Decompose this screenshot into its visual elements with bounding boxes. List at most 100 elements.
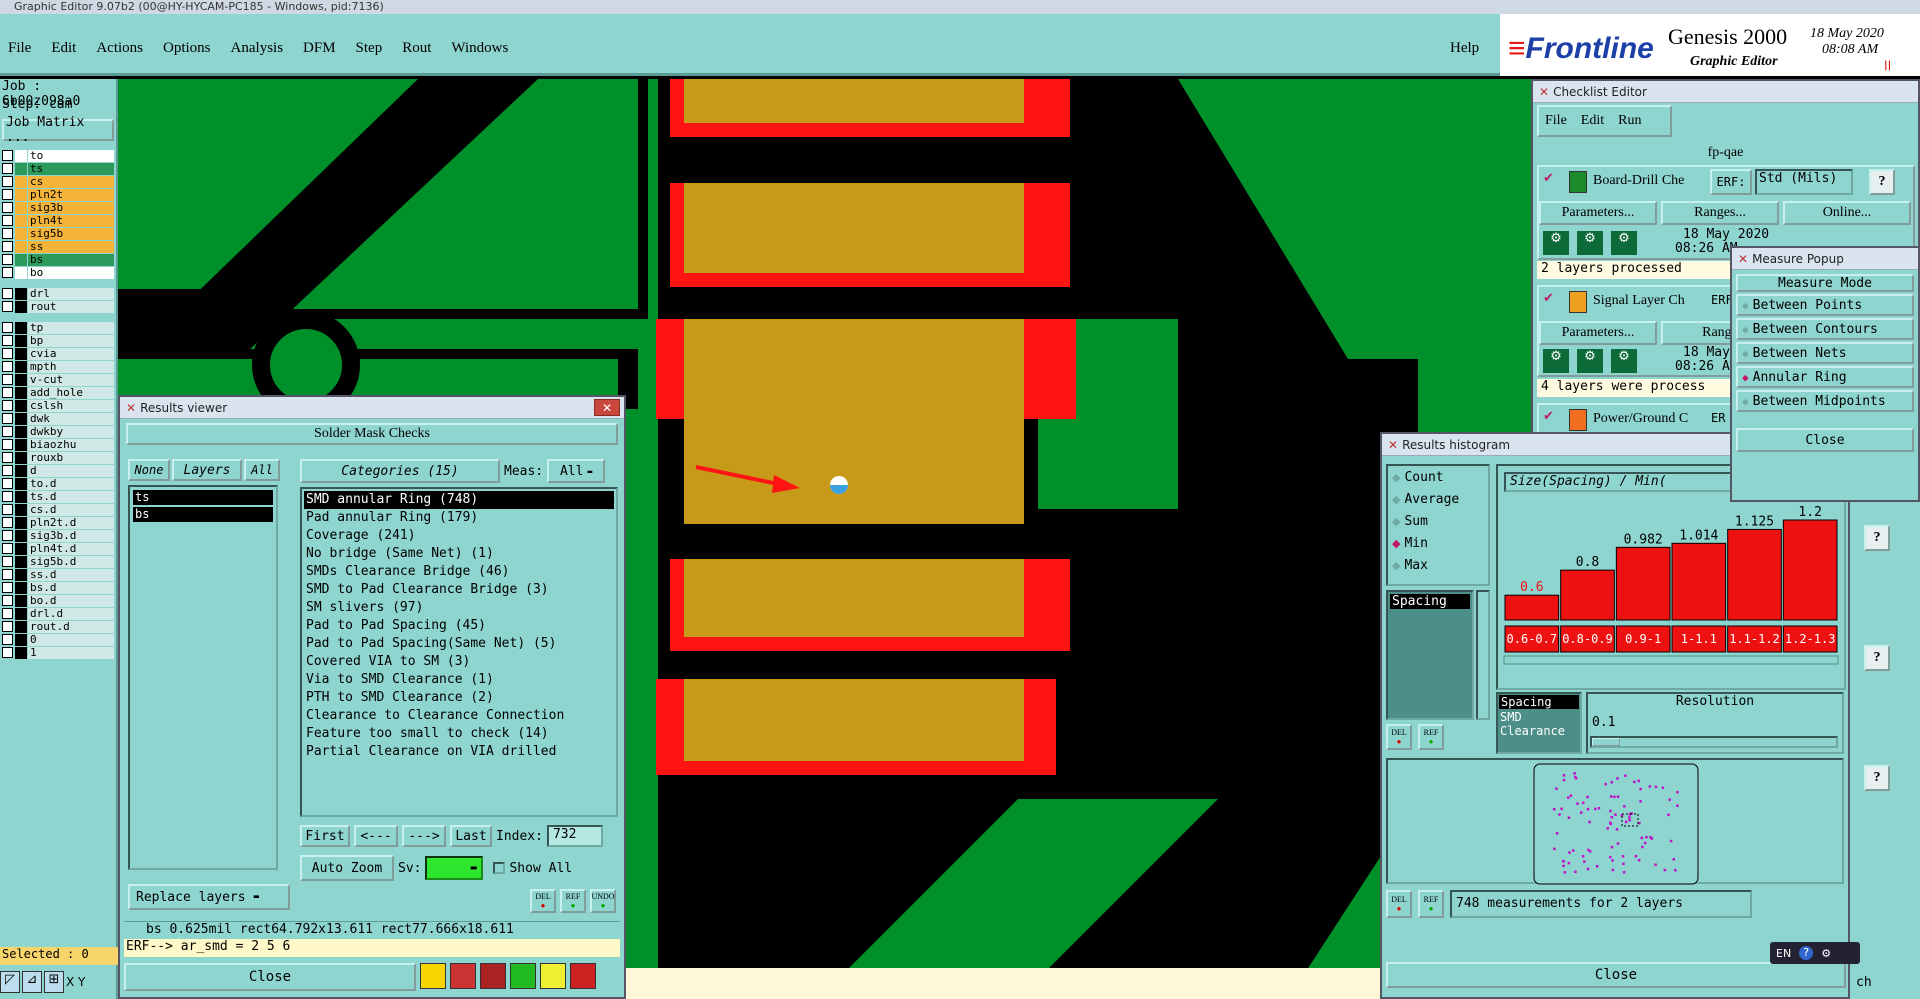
menu-rout[interactable]: Rout <box>402 40 431 57</box>
layer-row[interactable]: 1 <box>2 646 114 659</box>
meas-select[interactable]: All ▬ <box>547 459 606 483</box>
layer-row[interactable]: cs.d <box>2 503 114 516</box>
del-icon[interactable]: DEL ● <box>530 889 556 913</box>
language-indicator[interactable]: EN <box>1776 947 1791 960</box>
layer-color-swatch[interactable] <box>15 516 27 529</box>
layer-color-swatch[interactable] <box>15 300 27 313</box>
layer-color-swatch[interactable] <box>15 646 27 659</box>
measure-option[interactable]: ◆ Between Midpoints <box>1736 390 1914 412</box>
stat-option-min[interactable]: ◆ Min <box>1388 532 1488 554</box>
layer-row[interactable]: cvia <box>2 347 114 360</box>
layer-row[interactable]: cslsh <box>2 399 114 412</box>
layer-color-swatch[interactable] <box>15 529 27 542</box>
layer-checkbox[interactable] <box>2 413 13 424</box>
radio-diamond-icon[interactable]: ◆ <box>1742 347 1749 360</box>
layer-color-swatch[interactable] <box>15 214 27 227</box>
layer-name[interactable]: dwk <box>28 412 114 425</box>
layer-row[interactable]: sig5b <box>2 227 114 240</box>
layer-checkbox[interactable] <box>2 387 13 398</box>
layer-row[interactable]: d <box>2 464 114 477</box>
layer-checkbox[interactable] <box>2 517 13 528</box>
layer-color-swatch[interactable] <box>15 594 27 607</box>
spacing-item[interactable]: Spacing <box>1390 594 1470 609</box>
layer-checkbox[interactable] <box>2 569 13 580</box>
help-menu[interactable]: Help <box>1450 40 1479 57</box>
layer-name[interactable]: dwkby <box>28 425 114 438</box>
layer-row[interactable]: to.d <box>2 477 114 490</box>
run-icon[interactable]: ⚙ <box>1543 349 1569 373</box>
layer-row[interactable]: rouxb <box>2 451 114 464</box>
layer-checkbox[interactable] <box>2 322 13 333</box>
layer-checkbox[interactable] <box>2 189 13 200</box>
layer-name[interactable]: sig5b <box>28 227 114 240</box>
layer-row[interactable]: pln2t <box>2 188 114 201</box>
chart-scrollbar[interactable] <box>1503 655 1839 665</box>
menu-edit[interactable]: Edit <box>51 40 76 57</box>
histogram-bar[interactable] <box>1615 546 1671 621</box>
layer-color-swatch[interactable] <box>15 399 27 412</box>
layer-color-swatch[interactable] <box>15 425 27 438</box>
radio-diamond-icon[interactable]: ◆ <box>1392 493 1400 506</box>
layer-color-swatch[interactable] <box>15 347 27 360</box>
none-button[interactable]: None <box>128 459 170 481</box>
stat-option-sum[interactable]: ◆ Sum <box>1388 510 1488 532</box>
layer-name[interactable]: sig3b.d <box>28 529 114 542</box>
measure-tool-icon[interactable]: ⊿ <box>22 971 42 993</box>
replace-layers-button[interactable]: Replace layers ▬ <box>128 884 290 910</box>
results-close-button[interactable]: Close <box>124 963 416 991</box>
radio-diamond-icon[interactable]: ◆ <box>1392 537 1400 550</box>
hist-del-icon-2[interactable]: DEL ● <box>1386 890 1412 918</box>
checklist-menu-edit[interactable]: Edit <box>1581 113 1604 129</box>
layer-row[interactable]: bp <box>2 334 114 347</box>
layer-name[interactable]: ts <box>28 162 114 175</box>
layer-name[interactable]: drl.d <box>28 607 114 620</box>
layer-name[interactable]: rout <box>28 300 114 313</box>
auto-zoom-button[interactable]: Auto Zoom <box>300 855 394 881</box>
layer-checkbox[interactable] <box>2 163 13 174</box>
layer-color-swatch[interactable] <box>15 227 27 240</box>
index-field[interactable]: 732 <box>546 825 603 847</box>
next-button[interactable]: ---> <box>402 825 446 847</box>
layer-checkbox[interactable] <box>2 439 13 450</box>
layer-color-swatch[interactable] <box>15 503 27 516</box>
layer-row[interactable]: ts.d <box>2 490 114 503</box>
layer-row[interactable]: ss.d <box>2 568 114 581</box>
layer-row[interactable]: pln2t.d <box>2 516 114 529</box>
help-icon[interactable]: ? <box>1864 525 1890 551</box>
histogram-bar[interactable] <box>1782 519 1838 621</box>
layers-header[interactable]: Layers <box>172 459 242 481</box>
layer-checkbox[interactable] <box>2 400 13 411</box>
run-icon-2[interactable]: ⚙ <box>1577 231 1603 255</box>
layer-checkbox[interactable] <box>2 228 13 239</box>
layer-name[interactable]: cvia <box>28 347 114 360</box>
layer-row[interactable]: sig3b.d <box>2 529 114 542</box>
layer-name[interactable]: to.d <box>28 477 114 490</box>
histogram-close-button[interactable]: Close <box>1386 962 1846 988</box>
layer-row[interactable]: rout.d <box>2 620 114 633</box>
layer-row[interactable]: rout <box>2 300 114 313</box>
spacing-list[interactable]: Spacing <box>1386 590 1474 720</box>
layer-icon[interactable] <box>510 963 536 989</box>
histogram-bar[interactable] <box>1727 528 1782 621</box>
layer-color-swatch[interactable] <box>15 555 27 568</box>
layer-color-swatch[interactable] <box>15 633 27 646</box>
layer-checkbox[interactable] <box>2 491 13 502</box>
layer-color-swatch[interactable] <box>15 464 27 477</box>
measure-option[interactable]: ◆ Between Points <box>1736 294 1914 316</box>
histogram-bar[interactable] <box>1671 542 1727 621</box>
layer-row[interactable]: pln4t.d <box>2 542 114 555</box>
layer-checkbox[interactable] <box>2 215 13 226</box>
layer-checkbox[interactable] <box>2 621 13 632</box>
layer-color-swatch[interactable] <box>15 386 27 399</box>
checklist-menu-file[interactable]: File <box>1545 113 1567 129</box>
layer-color-swatch[interactable] <box>15 373 27 386</box>
menu-step[interactable]: Step <box>356 40 383 57</box>
layer-row[interactable]: drl <box>2 287 114 300</box>
layer-row[interactable]: bo <box>2 266 114 279</box>
layer-color-swatch[interactable] <box>15 162 27 175</box>
layer-name[interactable]: bs <box>28 253 114 266</box>
tray-settings-icon[interactable]: ⚙ <box>1821 947 1831 960</box>
layer-checkbox[interactable] <box>2 426 13 437</box>
layer-color-swatch[interactable] <box>15 253 27 266</box>
type-item-smd[interactable]: SMD <box>1498 710 1580 724</box>
